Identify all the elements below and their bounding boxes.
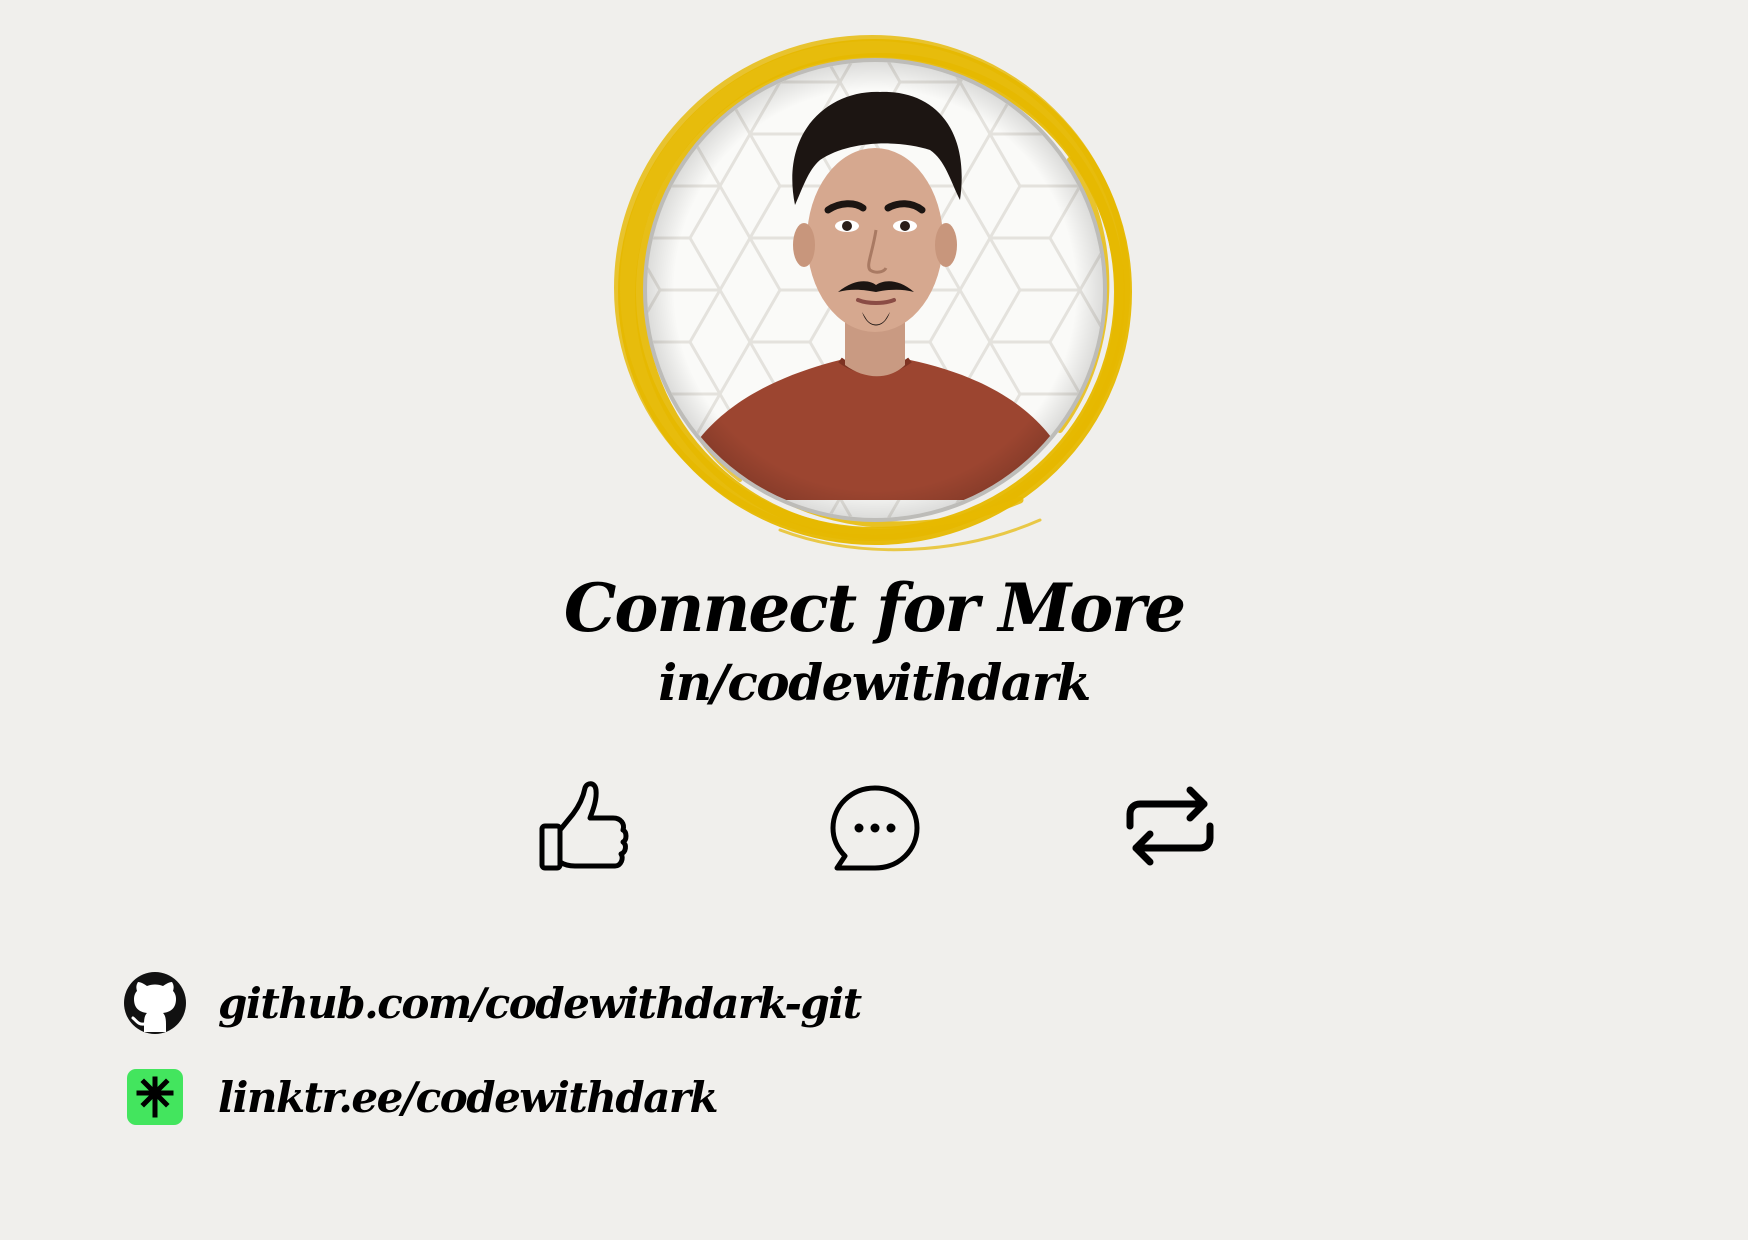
comment-button[interactable] [825,778,925,878]
linktree-link[interactable]: linktr.ee/codewithdark [120,1062,719,1132]
github-link-label: github.com/codewithdark-git [218,978,862,1028]
linktree-link-label: linktr.ee/codewithdark [218,1072,719,1122]
like-button[interactable] [535,778,635,878]
avatar-photo [614,35,1132,552]
github-icon [120,968,190,1038]
thumbs-up-icon [539,781,629,871]
profile-avatar [600,30,1150,580]
profile-handle: in/codewithdark [658,653,1091,712]
repost-button[interactable] [1120,778,1220,878]
linktree-icon [120,1062,190,1132]
github-link[interactable]: github.com/codewithdark-git [120,968,862,1038]
page-title: Connect for More [563,569,1186,647]
chat-bubble-icon [830,785,920,871]
repost-icon [1126,786,1214,866]
